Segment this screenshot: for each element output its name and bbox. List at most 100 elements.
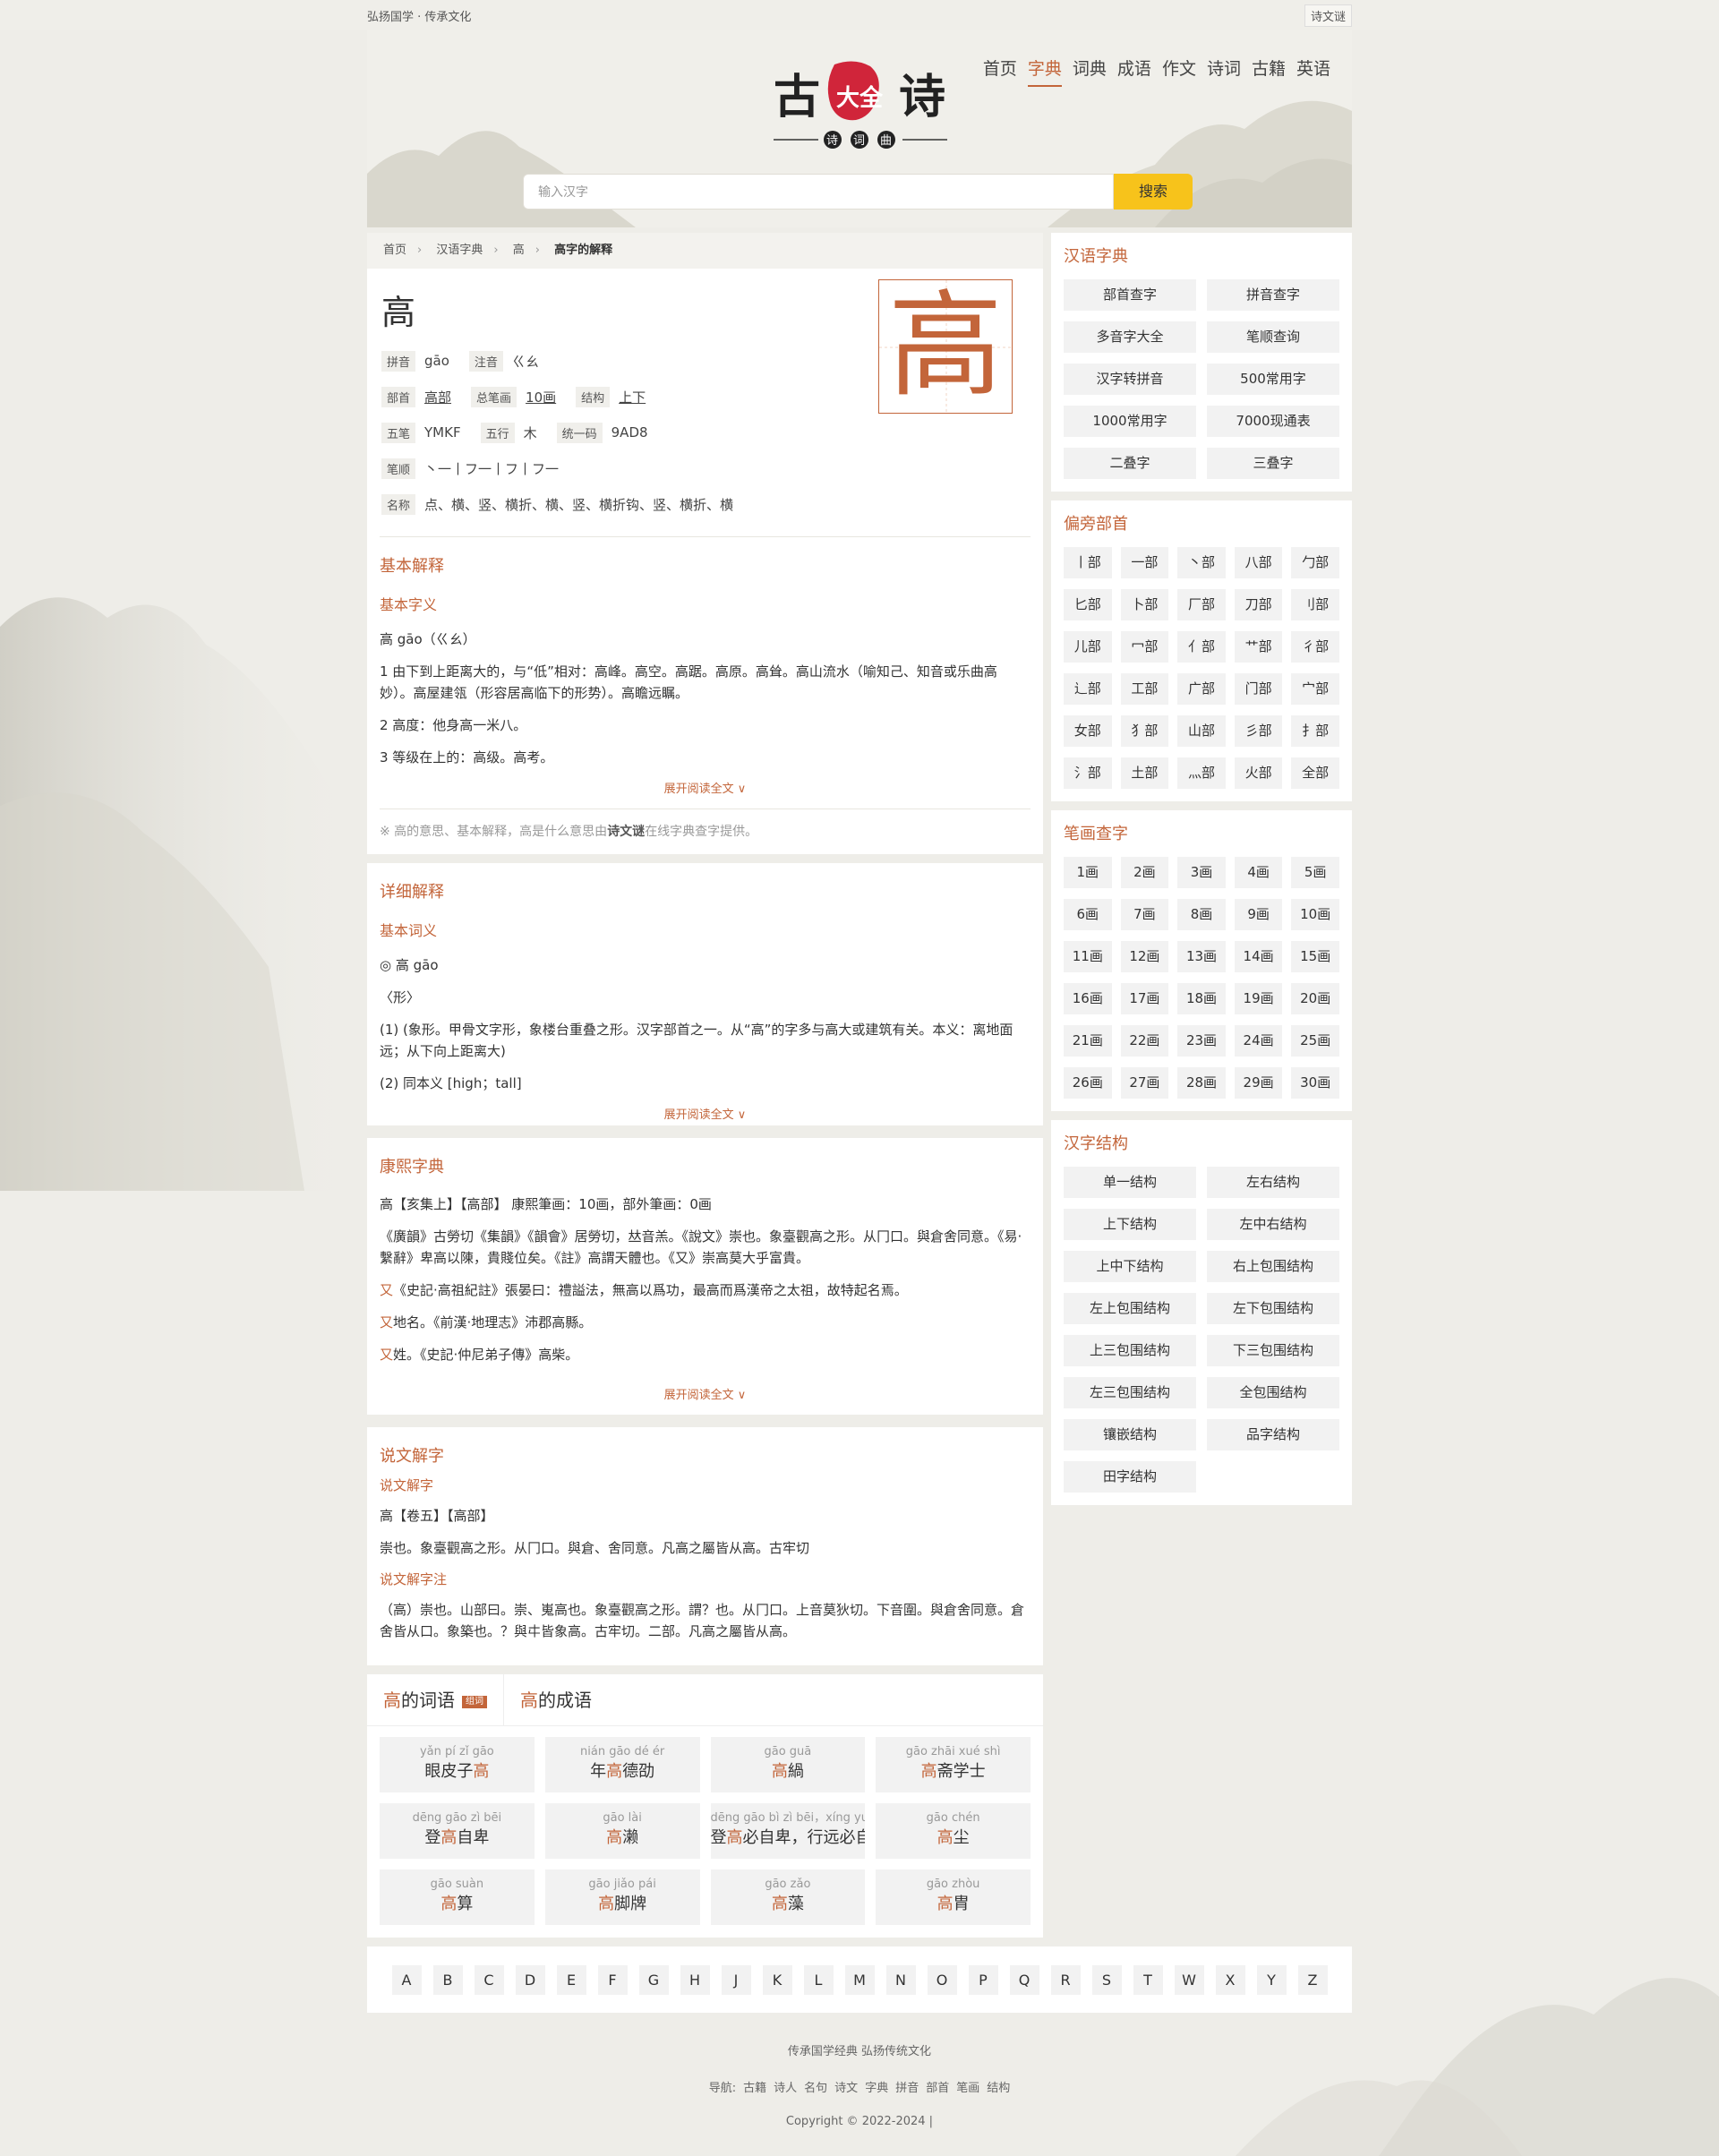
side-stroke-item[interactable]: 21画 [1064, 1025, 1112, 1057]
side-radical-item[interactable]: 门部 [1234, 673, 1283, 705]
side-stroke-item[interactable]: 16画 [1064, 983, 1112, 1014]
site-link[interactable]: 诗文谜 [1304, 4, 1352, 27]
nav-item-idioms[interactable]: 成语 [1117, 56, 1151, 87]
tab-idioms[interactable]: 高的成语 [504, 1674, 608, 1725]
alphabet-letter[interactable]: E [556, 1964, 586, 1995]
side-dict-item[interactable]: 1000常用字 [1064, 406, 1196, 437]
side-radical-item[interactable]: 儿部 [1064, 631, 1112, 663]
side-radical-item[interactable]: 匕部 [1064, 589, 1112, 620]
tab-words[interactable]: 高的词语 组词 [367, 1674, 504, 1725]
side-structure-item[interactable]: 镶嵌结构 [1064, 1419, 1196, 1450]
side-radical-item[interactable]: 宀部 [1291, 673, 1339, 705]
alphabet-letter[interactable]: L [803, 1964, 834, 1995]
side-stroke-item[interactable]: 26画 [1064, 1067, 1112, 1099]
side-radical-item[interactable]: 辶部 [1064, 673, 1112, 705]
alphabet-letter[interactable]: Y [1256, 1964, 1287, 1995]
side-structure-item[interactable]: 上中下结构 [1064, 1251, 1196, 1282]
nav-item-english[interactable]: 英语 [1296, 56, 1330, 87]
side-stroke-item[interactable]: 10画 [1291, 899, 1339, 930]
side-stroke-item[interactable]: 19画 [1234, 983, 1283, 1014]
side-stroke-item[interactable]: 15画 [1291, 941, 1339, 972]
nav-item-poetry[interactable]: 诗词 [1207, 56, 1241, 87]
alphabet-letter[interactable]: F [597, 1964, 628, 1995]
footer-nav-link[interactable]: 结构 [987, 2082, 1010, 2095]
stroke-count-link[interactable]: 10画 [526, 388, 556, 406]
expand-link[interactable]: 展开阅读全文 ∨ [380, 779, 1031, 796]
side-dict-item[interactable]: 拼音查字 [1207, 279, 1339, 311]
side-stroke-item[interactable]: 3画 [1177, 857, 1226, 888]
side-radical-item[interactable]: 勹部 [1291, 547, 1339, 578]
alphabet-letter[interactable]: P [968, 1964, 998, 1995]
side-structure-item[interactable]: 田字结构 [1064, 1461, 1196, 1493]
radical-link[interactable]: 高部 [424, 388, 451, 406]
side-stroke-item[interactable]: 17画 [1120, 983, 1169, 1014]
side-structure-item[interactable]: 上下结构 [1064, 1209, 1196, 1240]
search-input[interactable]: 输入汉字 [523, 174, 1114, 210]
side-stroke-item[interactable]: 4画 [1234, 857, 1283, 888]
side-structure-item[interactable]: 上三包围结构 [1064, 1335, 1196, 1366]
side-radical-item[interactable]: 彳部 [1291, 631, 1339, 663]
side-radical-item[interactable]: 土部 [1120, 757, 1169, 789]
side-radical-item[interactable]: 厂部 [1177, 589, 1226, 620]
side-radical-item[interactable]: 女部 [1064, 715, 1112, 747]
alphabet-letter[interactable]: A [391, 1964, 422, 1995]
side-structure-item[interactable]: 左三包围结构 [1064, 1377, 1196, 1408]
word-item[interactable]: dēng gāo zì bēi 登高自卑 [380, 1803, 535, 1859]
side-structure-item[interactable]: 右上包围结构 [1207, 1251, 1339, 1282]
side-stroke-item[interactable]: 27画 [1120, 1067, 1169, 1099]
word-item[interactable]: gāo chén 高尘 [876, 1803, 1031, 1859]
word-item[interactable]: nián gāo dé ér 年高德劭 [544, 1737, 700, 1792]
side-radical-item[interactable]: 丶部 [1177, 547, 1226, 578]
nav-item-home[interactable]: 首页 [983, 56, 1017, 87]
side-structure-item[interactable]: 左下包围结构 [1207, 1293, 1339, 1324]
alphabet-letter[interactable]: Z [1297, 1964, 1328, 1995]
side-stroke-item[interactable]: 23画 [1177, 1025, 1226, 1057]
word-item[interactable]: yǎn pí zǐ gāo 眼皮子高 [380, 1737, 535, 1792]
word-item[interactable]: gāo zhāi xué shì 高斋学士 [876, 1737, 1031, 1792]
side-radical-item[interactable]: 山部 [1177, 715, 1226, 747]
side-dict-item[interactable]: 500常用字 [1207, 364, 1339, 395]
side-stroke-item[interactable]: 29画 [1234, 1067, 1283, 1099]
side-radical-item[interactable]: 广部 [1177, 673, 1226, 705]
word-item[interactable]: gāo suàn 高算 [380, 1869, 535, 1925]
side-dict-item[interactable]: 二叠字 [1064, 448, 1196, 479]
alphabet-letter[interactable]: R [1050, 1964, 1081, 1995]
alphabet-letter[interactable]: D [515, 1964, 545, 1995]
alphabet-letter[interactable]: J [721, 1964, 751, 1995]
footer-nav-link[interactable]: 字典 [865, 2082, 888, 2095]
side-stroke-item[interactable]: 5画 [1291, 857, 1339, 888]
breadcrumb-dictionary[interactable]: 汉语字典 [436, 244, 483, 257]
footer-nav-link[interactable]: 诗文 [834, 2082, 858, 2095]
word-item[interactable]: gāo lài 高濑 [544, 1803, 700, 1859]
nav-item-essay[interactable]: 作文 [1162, 56, 1196, 87]
alphabet-letter[interactable]: G [638, 1964, 669, 1995]
side-stroke-item[interactable]: 20画 [1291, 983, 1339, 1014]
side-dict-item[interactable]: 多音字大全 [1064, 321, 1196, 353]
side-stroke-item[interactable]: 8画 [1177, 899, 1226, 930]
side-radical-item[interactable]: 刀部 [1234, 589, 1283, 620]
side-stroke-item[interactable]: 7画 [1120, 899, 1169, 930]
side-structure-item[interactable]: 左右结构 [1207, 1167, 1339, 1198]
site-logo[interactable]: 古 诗 大全 诗 词 曲 [774, 57, 947, 156]
alphabet-letter[interactable]: S [1091, 1964, 1122, 1995]
structure-link[interactable]: 上下 [619, 388, 646, 406]
alphabet-letter[interactable]: N [885, 1964, 916, 1995]
side-radical-item[interactable]: 彡部 [1234, 715, 1283, 747]
word-item[interactable]: dēng gāo bì zì bēi，xíng yu 登高必自卑，行远必自 [710, 1803, 866, 1859]
nav-item-words[interactable]: 词典 [1073, 56, 1107, 87]
side-stroke-item[interactable]: 2画 [1120, 857, 1169, 888]
footer-nav-link[interactable]: 诗人 [774, 2082, 797, 2095]
side-stroke-item[interactable]: 6画 [1064, 899, 1112, 930]
side-stroke-item[interactable]: 22画 [1120, 1025, 1169, 1057]
side-radical-item[interactable]: 亻部 [1177, 631, 1226, 663]
footer-nav-link[interactable]: 笔画 [956, 2082, 979, 2095]
side-structure-item[interactable]: 下三包围结构 [1207, 1335, 1339, 1366]
search-button[interactable]: 搜索 [1114, 174, 1193, 210]
alphabet-letter[interactable]: K [762, 1964, 792, 1995]
side-radical-item[interactable]: 刂部 [1291, 589, 1339, 620]
alphabet-letter[interactable]: T [1133, 1964, 1163, 1995]
breadcrumb-char[interactable]: 高 [513, 244, 525, 257]
breadcrumb-home[interactable]: 首页 [383, 244, 406, 257]
side-structure-item[interactable]: 品字结构 [1207, 1419, 1339, 1450]
alphabet-letter[interactable]: Q [1009, 1964, 1039, 1995]
